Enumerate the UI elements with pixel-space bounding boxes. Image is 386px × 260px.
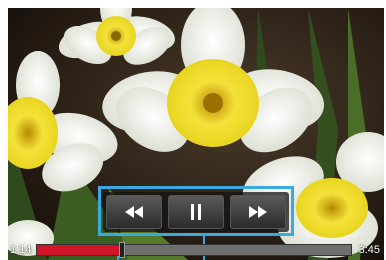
rewind-icon [125,206,143,218]
progress-thumb-marker [117,256,119,260]
progress-fill [37,245,122,255]
total-time: 3:45 [358,244,380,256]
rewind-button[interactable] [106,195,162,229]
pause-button[interactable] [168,195,224,229]
fast-forward-icon [249,206,267,218]
playback-controls [103,192,289,232]
fast-forward-button[interactable] [230,195,286,229]
pause-icon [191,204,201,220]
current-time: 1:14 [10,244,32,256]
progress-thumb[interactable] [118,242,125,258]
progress-bar[interactable] [36,242,352,258]
